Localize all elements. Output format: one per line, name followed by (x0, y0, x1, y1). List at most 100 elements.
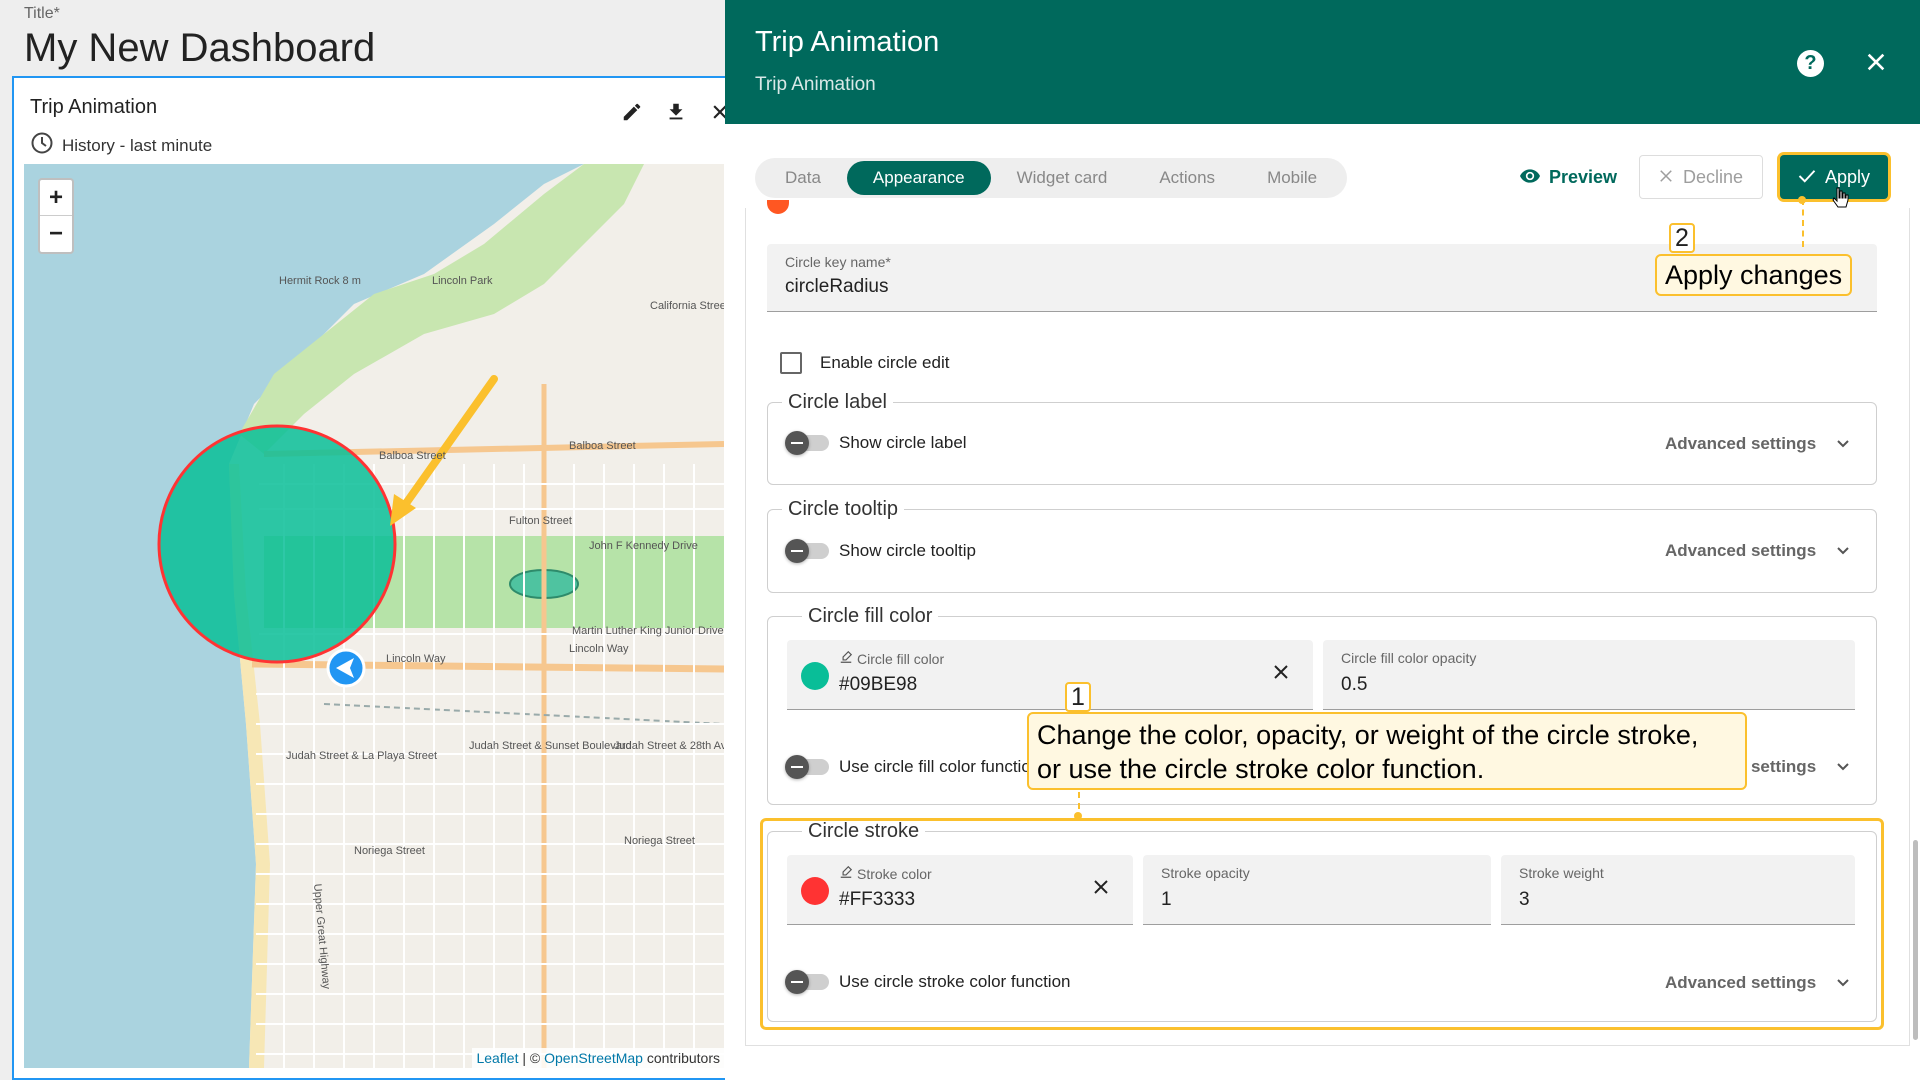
panel-title: Trip Animation (755, 26, 940, 58)
show-circle-label-row[interactable]: Show circle label (785, 431, 967, 455)
map-canvas: Hermit Rock 8 m Lincoln Park California … (24, 164, 724, 1068)
leaflet-link[interactable]: Leaflet (476, 1050, 518, 1066)
zoom-out-button[interactable]: − (40, 216, 72, 252)
dashboard-title[interactable]: My New Dashboard (24, 26, 375, 71)
download-icon[interactable] (664, 100, 688, 124)
preview-label: Preview (1549, 166, 1618, 187)
osm-link[interactable]: OpenStreetMap (544, 1050, 643, 1066)
show-circle-tooltip-toggle[interactable] (785, 539, 829, 563)
callout-1: Change the color, opacity, or weight of … (1027, 712, 1747, 790)
help-icon[interactable]: ? (1797, 50, 1824, 77)
eye-icon (1520, 167, 1540, 188)
tab-actions[interactable]: Actions (1133, 161, 1241, 195)
circle-key-name-value: circleRadius (785, 276, 889, 297)
clock-icon (30, 131, 54, 160)
circle-fill-color-label-text: Circle fill color (857, 650, 945, 667)
circle-fill-color-value: #09BE98 (839, 674, 918, 695)
callout-1-line-1: Change the color, opacity, or weight of … (1037, 720, 1699, 750)
callout-dot (1074, 812, 1082, 820)
circle-fill-opacity-label: Circle fill color opacity (1341, 650, 1477, 666)
tab-appearance[interactable]: Appearance (846, 161, 991, 195)
circle-fill-color-label: Circle fill color (839, 650, 944, 667)
callout-2-dot (1798, 196, 1806, 204)
circle-label-legend: Circle label (788, 391, 887, 413)
enable-circle-edit-row[interactable]: Enable circle edit (780, 352, 949, 374)
map-label: Noriega Street (354, 845, 425, 857)
callout-2-badge: 2 (1669, 223, 1695, 253)
show-circle-label-label: Show circle label (839, 433, 967, 452)
map-label: Hermit Rock 8 m (279, 275, 361, 287)
config-tabs: Data Appearance Widget card Actions Mobi… (755, 158, 1348, 198)
map-label: Balboa Street (569, 440, 636, 452)
timewindow-label: History - last minute (62, 135, 213, 155)
map-label: Lincoln Way (569, 643, 629, 655)
tab-widget-card[interactable]: Widget card (991, 161, 1134, 195)
attribution-separator: | © (518, 1050, 545, 1066)
trip-animation-widget[interactable]: Trip Animation History - last minute Her… (12, 76, 732, 1080)
show-circle-tooltip-row[interactable]: Show circle tooltip (785, 539, 977, 563)
widget-config-panel: Trip Animation Trip Animation ? Data App… (725, 0, 1920, 1080)
fill-color-swatch[interactable] (801, 662, 829, 690)
chevron-down-icon (1836, 541, 1850, 561)
advanced-settings-label: Advanced settings (1665, 541, 1817, 560)
map-label: Martin Luther King Junior Drive (572, 625, 724, 637)
enable-circle-edit-label: Enable circle edit (820, 353, 950, 372)
circle-fill-opacity-value: 0.5 (1341, 674, 1368, 695)
map-view[interactable]: Hermit Rock 8 m Lincoln Park California … (24, 164, 724, 1068)
fill-color-function-toggle[interactable] (785, 755, 829, 779)
show-circle-tooltip-label: Show circle tooltip (839, 541, 977, 560)
edit-icon[interactable] (620, 100, 644, 124)
close-icon (1659, 167, 1673, 188)
callout-2-connector (1802, 199, 1804, 247)
map-label: Judah Street & La Playa Street (286, 750, 437, 762)
close-icon[interactable] (1860, 46, 1892, 78)
show-circle-label-toggle[interactable] (785, 431, 829, 455)
widget-toolbar (620, 100, 732, 124)
fill-color-function-row[interactable]: Use circle fill color function (785, 755, 1041, 779)
decline-label: Decline (1682, 166, 1744, 187)
map-label: Judah Street & Sunset Boulevard (469, 740, 632, 752)
panel-scrollbar[interactable] (1913, 840, 1918, 1040)
map-label: Lincoln Way (386, 653, 446, 665)
mouse-cursor-icon (1832, 187, 1850, 216)
map-label: California Street (650, 300, 724, 312)
panel-header: Trip Animation Trip Animation ? (725, 0, 1920, 124)
color-picker-icon (839, 650, 853, 667)
panel-subtitle: Trip Animation (755, 74, 876, 95)
callout-1-badge: 1 (1065, 682, 1091, 712)
apply-label: Apply (1824, 166, 1871, 187)
title-field-label: Title* (24, 5, 60, 22)
dashboard-area: Title* My New Dashboard Trip Animation H… (0, 0, 732, 1080)
close-icon[interactable] (1269, 660, 1293, 684)
map-label: Noriega Street (624, 835, 695, 847)
map-label: Fulton Street (509, 515, 572, 527)
callout-1-line-2: or use the circle stroke color function. (1037, 754, 1485, 784)
circle-fill-opacity-field[interactable]: Circle fill color opacity 0.5 (1323, 640, 1855, 710)
stroke-highlight-frame (760, 818, 1884, 1030)
map-label: Lincoln Park (432, 275, 493, 287)
preview-button[interactable]: Preview (1520, 157, 1617, 197)
chevron-down-icon (1836, 757, 1850, 777)
fill-color-function-label: Use circle fill color function (839, 757, 1041, 776)
circle-tooltip-legend: Circle tooltip (788, 498, 899, 520)
attribution-tail: contributors (642, 1050, 720, 1066)
timewindow[interactable]: History - last minute (30, 131, 212, 160)
chevron-down-icon (1836, 434, 1850, 454)
tab-data[interactable]: Data (759, 161, 847, 195)
map-label: Balboa Street (379, 450, 446, 462)
check-icon (1798, 167, 1816, 188)
circle-tooltip-advanced-settings[interactable]: Advanced settings (1665, 541, 1850, 561)
zoom-in-button[interactable]: + (40, 180, 72, 216)
map-label: Judah Street & 28th Avenue (614, 740, 724, 752)
zoom-control: + − (38, 178, 74, 254)
circle-label-advanced-settings[interactable]: Advanced settings (1665, 434, 1850, 454)
circle-key-name-label: Circle key name* (785, 254, 891, 270)
decline-button[interactable]: Decline (1639, 155, 1763, 199)
circle-fill-color-field[interactable]: Circle fill color #09BE98 (787, 640, 1313, 710)
circle-fill-color-legend: Circle fill color (808, 605, 933, 627)
map-attribution: Leaflet | © OpenStreetMap contributors (472, 1048, 724, 1068)
advanced-settings-label: Advanced settings (1665, 434, 1817, 453)
map-label: John F Kennedy Drive (589, 540, 698, 552)
enable-circle-edit-checkbox[interactable] (780, 352, 802, 374)
tab-mobile[interactable]: Mobile (1241, 161, 1343, 195)
